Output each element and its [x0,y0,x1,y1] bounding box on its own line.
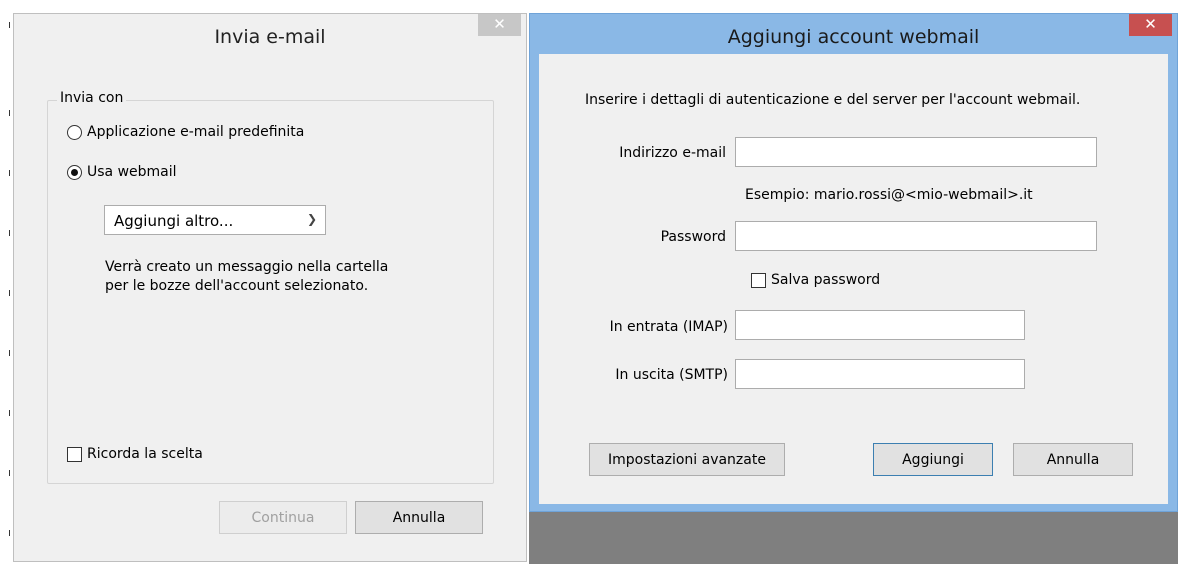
draft-info-line-1: Verrà creato un messaggio nella cartella [105,259,389,275]
continue-button[interactable]: Continua [219,501,347,534]
save-password-label: Salva password [771,272,881,288]
remember-choice-checkbox[interactable]: Ricorda la scelta [67,446,203,462]
radio-button-selected-icon[interactable] [67,164,82,180]
instructions-text: Inserire i dettagli di autenticazione e … [585,92,1081,108]
background-window-edge [0,0,12,564]
remember-choice-label: Ricorda la scelta [87,446,203,462]
save-password-checkbox[interactable]: Salva password [751,272,880,288]
password-label: Password [660,229,726,245]
add-webmail-dialog: Aggiungi account webmail ✕ Inserire i de… [529,13,1178,512]
add-button[interactable]: Aggiungi [873,443,993,476]
draft-info-text: Verrà creato un messaggio nella cartella… [105,258,435,296]
chevron-down-icon[interactable]: ❯ [307,212,317,226]
radio-default-app[interactable]: Applicazione e-mail predefinita [67,124,304,140]
send-email-dialog: Invia e-mail ✕ Invia con Applicazione e-… [13,13,527,562]
email-label: Indirizzo e-mail [619,145,726,161]
draft-info-line-2: per le bozze dell'account selezionato. [105,278,369,294]
send-with-label: Invia con [57,90,127,106]
email-field[interactable] [735,137,1097,167]
close-icon[interactable]: ✕ [1129,14,1172,36]
add-webmail-titlebar[interactable]: Aggiungi account webmail ✕ [530,14,1177,58]
webmail-account-select-value: Aggiungi altro... [114,212,234,230]
dialog-title: Invia e-mail [214,26,326,48]
smtp-label: In uscita (SMTP) [615,367,728,383]
cancel-button[interactable]: Annulla [1013,443,1133,476]
password-field[interactable] [735,221,1097,251]
webmail-account-select[interactable]: Aggiungi altro... ❯ [104,205,326,235]
radio-use-webmail[interactable]: Usa webmail [67,164,177,180]
send-email-titlebar[interactable]: Invia e-mail ✕ [14,14,526,58]
imap-label: In entrata (IMAP) [609,319,728,335]
background-window [529,512,1178,564]
radio-use-webmail-label: Usa webmail [87,164,177,180]
radio-button-icon[interactable] [67,124,82,140]
checkbox-icon[interactable] [67,446,82,462]
radio-default-app-label: Applicazione e-mail predefinita [87,124,305,140]
smtp-server-field[interactable] [735,359,1025,389]
advanced-settings-button[interactable]: Impostazioni avanzate [589,443,785,476]
add-webmail-content: Inserire i dettagli di autenticazione e … [539,54,1168,504]
email-example-text: Esempio: mario.rossi@<mio-webmail>.it [745,187,1033,203]
close-icon[interactable]: ✕ [478,14,521,36]
cancel-button[interactable]: Annulla [355,501,483,534]
checkbox-icon[interactable] [751,272,766,288]
imap-server-field[interactable] [735,310,1025,340]
dialog-title: Aggiungi account webmail [727,26,980,48]
